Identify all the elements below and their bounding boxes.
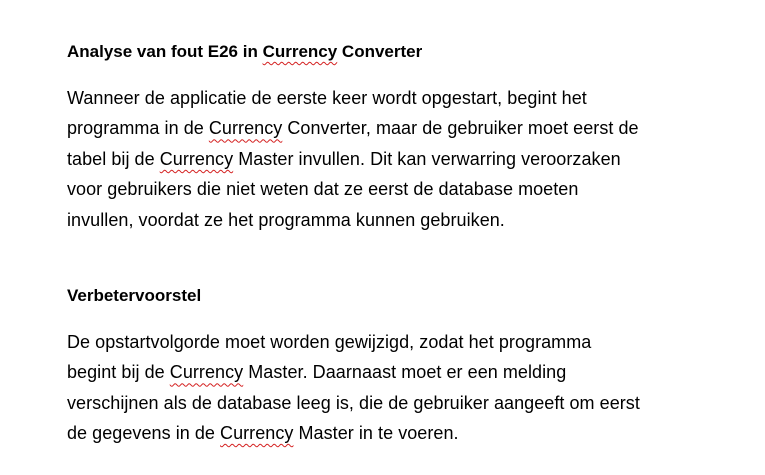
line-text: de gegevens in de <box>67 423 221 444</box>
line-text: invullen, voordat ze het programma kunne… <box>67 209 505 230</box>
paragraph-line: begint bij de Currency Master. Daarnaast… <box>67 357 757 387</box>
line-text: Wanneer de applicatie de eerste keer wor… <box>67 88 587 108</box>
paragraph-line: voor gebruikers die niet weten dat ze ee… <box>67 174 757 204</box>
paragraph-line: programma in de Currency Converter, maar… <box>67 113 757 143</box>
line-text: Master in te voeren. <box>293 423 459 444</box>
paragraph-line: tabel bij de Currency Master invullen. D… <box>67 144 757 174</box>
line-text: voor gebruikers die niet weten dat ze ee… <box>67 179 579 200</box>
heading-text: Analyse van fout E26 in <box>67 42 263 61</box>
paragraph-line: de gegevens in de Currency Master in te … <box>67 418 757 448</box>
line-text: Master. Daarnaast moet er een melding <box>243 362 567 383</box>
spellcheck-flagged-word[interactable]: Currency <box>209 118 282 138</box>
section-improvement-proposal: Verbetervoorstel De opstartvolgorde moet… <box>67 285 757 449</box>
line-text: programma in de <box>67 118 209 139</box>
heading-text: Converter <box>337 42 423 61</box>
paragraph-line: De opstartvolgorde moet worden gewijzigd… <box>67 327 757 357</box>
section-heading: Verbetervoorstel <box>67 285 757 307</box>
section-heading: Analyse van fout E26 in Currency Convert… <box>67 41 757 63</box>
line-text: Converter, maar de gebruiker moet eerst … <box>282 118 639 139</box>
spellcheck-flagged-word[interactable]: Currency <box>160 149 233 169</box>
paragraph: De opstartvolgorde moet worden gewijzigd… <box>67 327 757 449</box>
line-text: begint bij de <box>67 362 170 383</box>
line-text: verschijnen als de database leeg is, die… <box>67 392 640 413</box>
spellcheck-flagged-word[interactable]: Currency <box>263 42 338 61</box>
paragraph-line: Wanneer de applicatie de eerste keer wor… <box>67 83 757 113</box>
paragraph-line: invullen, voordat ze het programma kunne… <box>67 205 757 235</box>
section-error-analysis: Analyse van fout E26 in Currency Convert… <box>67 41 757 235</box>
heading-text: Verbetervoorstel <box>67 286 202 305</box>
document-page: Analyse van fout E26 in Currency Convert… <box>0 0 765 475</box>
line-text: Master invullen. Dit kan verwarring vero… <box>233 148 621 169</box>
spellcheck-flagged-word[interactable]: Currency <box>220 423 293 443</box>
paragraph-line: verschijnen als de database leeg is, die… <box>67 388 757 418</box>
line-text: tabel bij de <box>67 148 160 169</box>
line-text: De opstartvolgorde moet worden gewijzigd… <box>67 332 592 352</box>
spellcheck-flagged-word[interactable]: Currency <box>170 362 243 382</box>
paragraph: Wanneer de applicatie de eerste keer wor… <box>67 83 757 235</box>
